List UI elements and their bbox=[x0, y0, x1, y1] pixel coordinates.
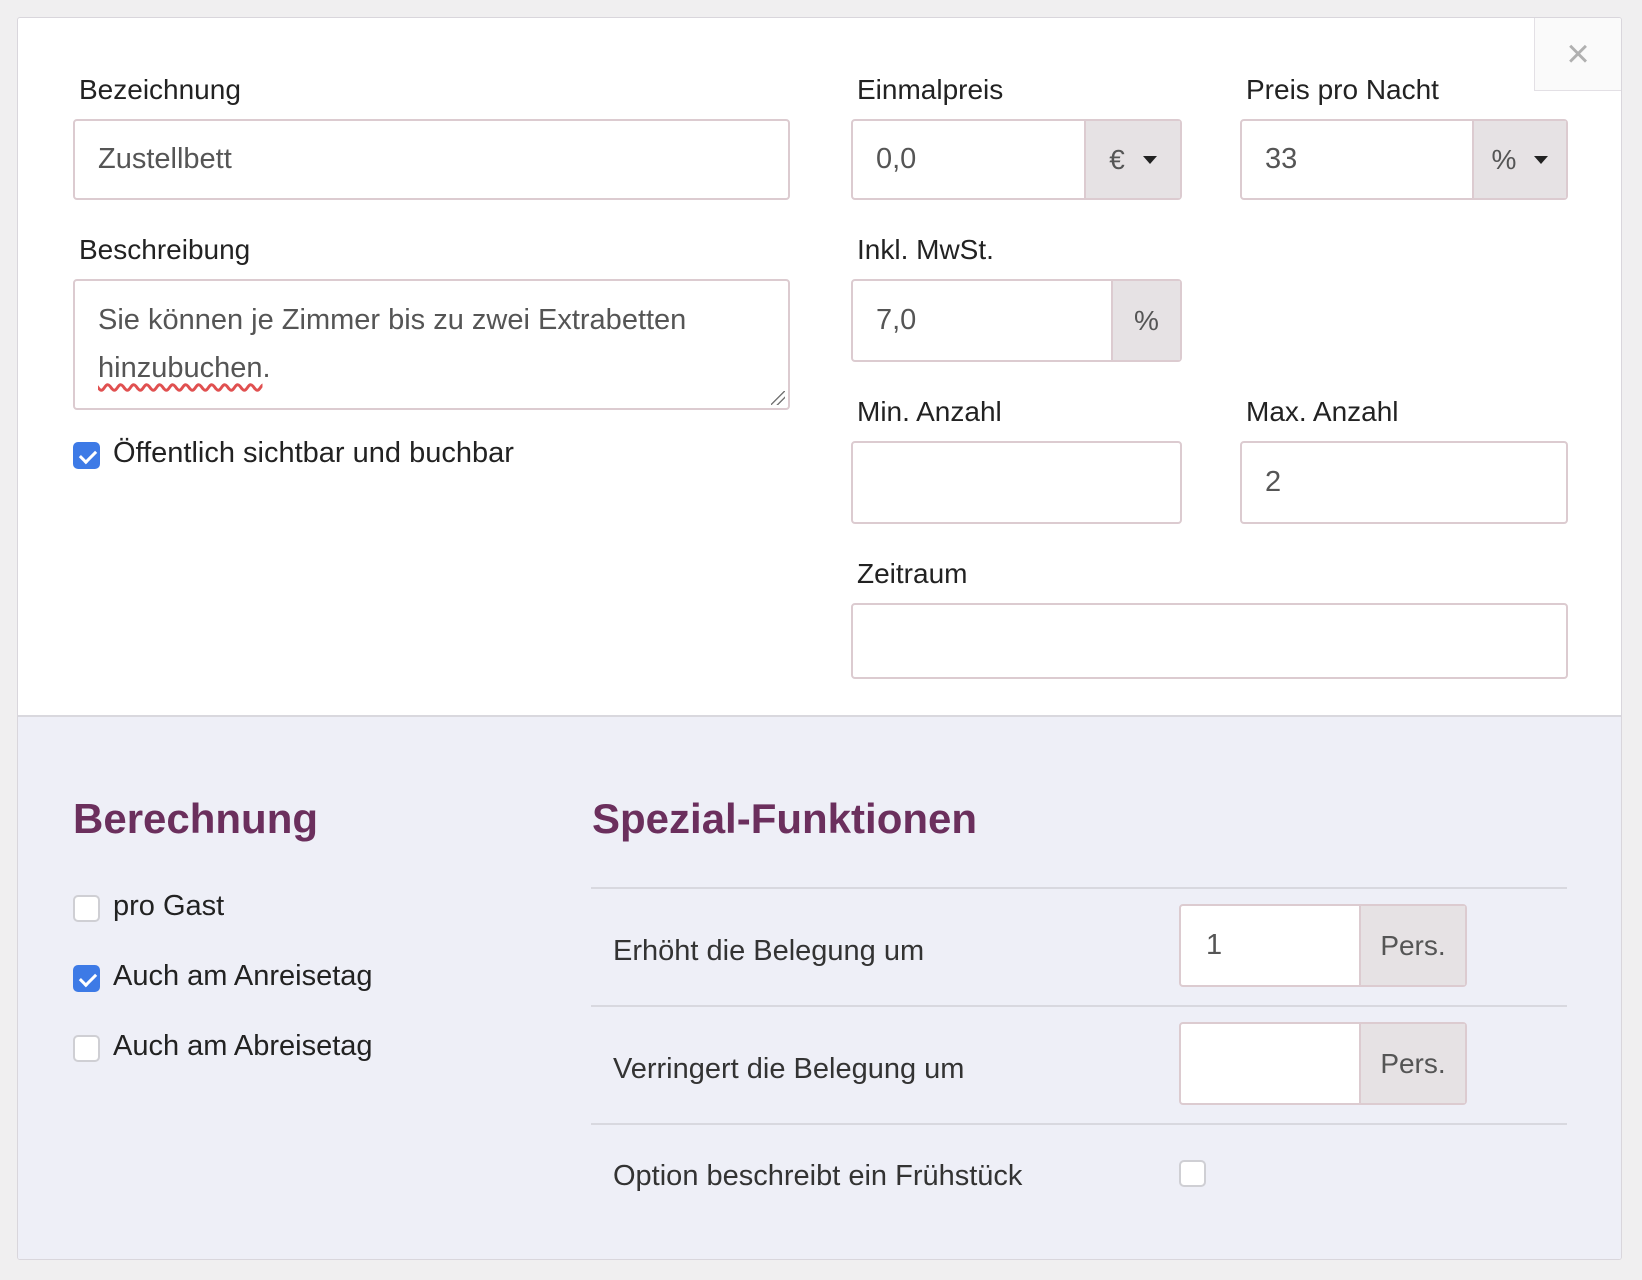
abreisetag-checkbox[interactable] bbox=[73, 1035, 100, 1062]
abreisetag-label: Auch am Abreisetag bbox=[113, 1030, 373, 1062]
fruehstueck-label: Option beschreibt ein Frühstück bbox=[613, 1160, 1023, 1192]
beschreibung-label: Beschreibung bbox=[79, 234, 251, 265]
beschreibung-line-2: hinzubuchen. bbox=[98, 344, 765, 392]
einmalpreis-input[interactable]: 0,0 € bbox=[851, 119, 1182, 200]
public-checkbox[interactable] bbox=[73, 442, 100, 469]
mwst-unit-addon: % bbox=[1111, 281, 1180, 360]
bezeichnung-input[interactable]: Zustellbett bbox=[73, 119, 790, 200]
zeitraum-input[interactable] bbox=[851, 603, 1568, 679]
verringert-input[interactable]: Pers. bbox=[1179, 1022, 1467, 1105]
pro-gast-checkbox[interactable] bbox=[73, 895, 100, 922]
preis-pro-nacht-label: Preis pro Nacht bbox=[1246, 74, 1439, 105]
bezeichnung-value: Zustellbett bbox=[98, 143, 232, 175]
beschreibung-textarea[interactable]: Sie können je Zimmer bis zu zwei Extrabe… bbox=[73, 279, 790, 410]
preis-pro-nacht-unit-select[interactable]: % bbox=[1472, 121, 1566, 198]
preis-pro-nacht-unit: % bbox=[1491, 143, 1517, 175]
anreisetag-checkbox[interactable] bbox=[73, 965, 100, 992]
zeitraum-label: Zeitraum bbox=[857, 558, 968, 589]
erhoeht-label: Erhöht die Belegung um bbox=[613, 935, 925, 967]
erhoeht-unit: Pers. bbox=[1380, 929, 1446, 961]
anreisetag-label: Auch am Anreisetag bbox=[113, 960, 373, 992]
max-anzahl-value: 2 bbox=[1265, 466, 1282, 498]
erhoeht-unit-addon: Pers. bbox=[1359, 906, 1465, 985]
verringert-unit-addon: Pers. bbox=[1359, 1024, 1465, 1103]
preis-pro-nacht-input[interactable]: 33 % bbox=[1240, 119, 1568, 200]
close-icon[interactable]: × bbox=[1534, 18, 1621, 91]
divider bbox=[591, 887, 1567, 889]
caret-down-icon bbox=[1534, 155, 1549, 164]
pro-gast-label: pro Gast bbox=[113, 890, 225, 922]
spezial-heading: Spezial-Funktionen bbox=[592, 795, 978, 842]
spellcheck-word: hinzubuchen bbox=[98, 352, 263, 384]
fruehstueck-checkbox[interactable] bbox=[1179, 1160, 1206, 1187]
einmalpreis-label: Einmalpreis bbox=[857, 74, 1004, 105]
resize-handle-icon[interactable] bbox=[771, 391, 785, 405]
divider bbox=[591, 1123, 1567, 1125]
mwst-label: Inkl. MwSt. bbox=[857, 234, 994, 265]
max-anzahl-input[interactable]: 2 bbox=[1240, 441, 1568, 524]
public-checkbox-label: Öffentlich sichtbar und buchbar bbox=[113, 437, 514, 469]
einmalpreis-unit: € bbox=[1109, 143, 1125, 175]
mwst-input[interactable]: 7,0 % bbox=[851, 279, 1182, 362]
mwst-unit: % bbox=[1134, 304, 1159, 336]
min-anzahl-input[interactable] bbox=[851, 441, 1182, 524]
divider bbox=[591, 1005, 1567, 1007]
options-panel: Berechnung pro Gast Auch am Anreisetag A… bbox=[18, 715, 1621, 1259]
max-anzahl-label: Max. Anzahl bbox=[1246, 396, 1399, 427]
verringert-unit: Pers. bbox=[1380, 1047, 1446, 1079]
erhoeht-input[interactable]: 1 Pers. bbox=[1179, 904, 1467, 987]
option-edit-dialog: × Bezeichnung Zustellbett Beschreibung S… bbox=[17, 17, 1622, 1260]
beschreibung-punct: . bbox=[262, 352, 271, 384]
min-anzahl-label: Min. Anzahl bbox=[857, 396, 1002, 427]
beschreibung-line-1: Sie können je Zimmer bis zu zwei Extrabe… bbox=[98, 304, 687, 336]
verringert-label: Verringert die Belegung um bbox=[613, 1053, 965, 1085]
caret-down-icon bbox=[1142, 155, 1157, 164]
berechnung-heading: Berechnung bbox=[73, 795, 319, 842]
bezeichnung-label: Bezeichnung bbox=[79, 74, 241, 105]
einmalpreis-unit-select[interactable]: € bbox=[1084, 121, 1180, 198]
